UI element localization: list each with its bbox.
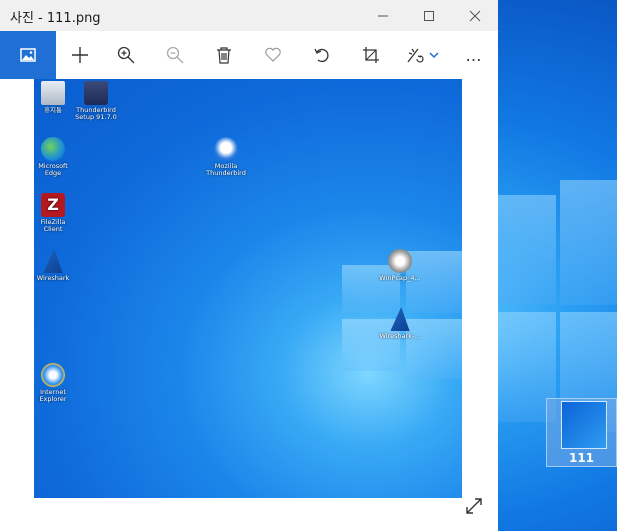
edit-effects-icon	[406, 48, 424, 63]
winpcap-icon: WinPcap_4...	[378, 249, 422, 282]
photos-home-button[interactable]	[0, 31, 56, 79]
photo-canvas[interactable]: 휴지통 Thunderbird Setup 91.7.0 Microsoft E…	[34, 79, 462, 498]
wireshark-icon: Wireshark	[34, 249, 75, 282]
favorite-button[interactable]	[249, 31, 297, 79]
file-label: 111	[568, 451, 595, 465]
close-icon	[469, 10, 481, 21]
trash-icon	[217, 47, 231, 64]
rotate-icon	[314, 48, 329, 63]
heart-icon	[265, 47, 281, 62]
filezilla-icon: Z FileZilla Client	[40, 193, 66, 233]
crop-icon	[363, 47, 379, 63]
recycle-bin-icon: 휴지통	[34, 81, 75, 114]
plus-icon	[72, 47, 88, 63]
zoom-out-icon	[166, 46, 184, 64]
expand-icon	[466, 498, 482, 514]
internet-explorer-icon: Internet Explorer	[34, 363, 75, 403]
mozilla-thunderbird-icon: Mozilla Thunderbird	[204, 137, 248, 177]
microsoft-edge-icon: Microsoft Edge	[34, 137, 75, 177]
more-button[interactable]: …	[450, 31, 498, 79]
maximize-icon	[424, 10, 434, 21]
zoom-in-button[interactable]	[102, 31, 150, 79]
delete-button[interactable]	[200, 31, 248, 79]
wireshark-installer-icon: Wireshark-...	[378, 307, 422, 340]
photos-window: 사진 - 111.png … 휴지통 Thunderbird Setup 91.…	[0, 0, 498, 531]
title-bar[interactable]: 사진 - 111.png	[0, 0, 498, 31]
thunderbird-setup-icon: Thunderbird Setup 91.7.0	[74, 81, 118, 121]
toolbar: …	[0, 31, 498, 79]
windows-logo-pane	[560, 180, 617, 305]
window-title: 사진 - 111.png	[10, 11, 101, 26]
fullscreen-button[interactable]	[462, 494, 486, 518]
rotate-button[interactable]	[298, 31, 346, 79]
maximize-button[interactable]	[406, 0, 452, 31]
close-button[interactable]	[452, 0, 498, 31]
add-button[interactable]	[56, 31, 104, 79]
photo-icon	[20, 48, 36, 62]
more-icon: …	[465, 45, 483, 65]
windows-logo-pane	[498, 195, 556, 305]
minimize-icon	[378, 15, 388, 16]
minimize-button[interactable]	[360, 0, 406, 31]
chevron-down-icon	[428, 52, 439, 59]
zoom-out-button[interactable]	[151, 31, 199, 79]
edit-button[interactable]	[396, 31, 448, 79]
zoom-in-icon	[117, 46, 135, 64]
crop-button[interactable]	[347, 31, 395, 79]
desktop-file-111[interactable]: 111	[546, 398, 617, 467]
file-thumbnail	[561, 401, 607, 449]
